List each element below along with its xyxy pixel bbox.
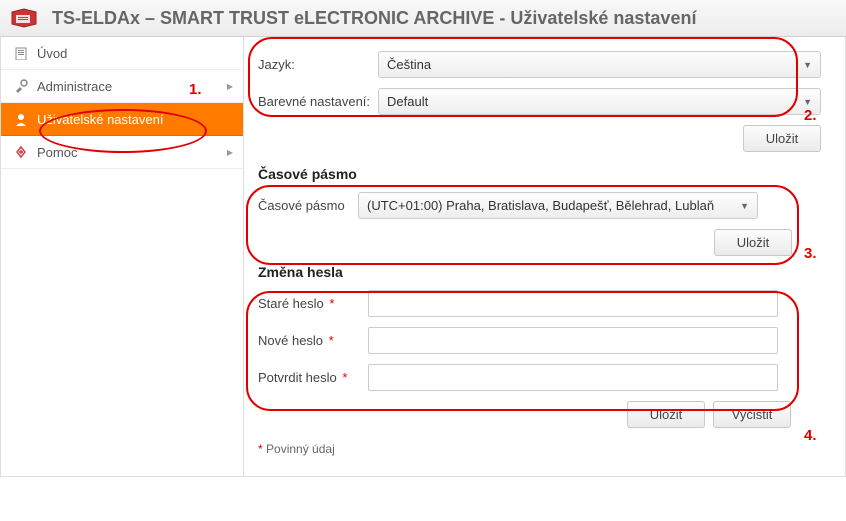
timezone-label: Časové pásmo: [258, 198, 358, 213]
sidebar-item-intro[interactable]: Úvod: [1, 37, 243, 70]
confirm-password-input[interactable]: [368, 364, 778, 391]
language-select[interactable]: Čeština ▼: [378, 51, 821, 78]
timezone-select[interactable]: (UTC+01:00) Praha, Bratislava, Budapešť,…: [358, 192, 758, 219]
chevron-right-icon: ▶: [227, 82, 233, 91]
color-theme-label: Barevné nastavení:: [258, 94, 378, 109]
sidebar-item-label: Úvod: [37, 46, 67, 61]
save-button-2[interactable]: Uložit: [714, 229, 792, 256]
row-language: Jazyk: Čeština ▼: [258, 51, 821, 78]
chevron-right-icon: ▶: [227, 148, 233, 157]
row-old-password: Staré heslo *: [258, 290, 821, 317]
user-icon: [13, 111, 29, 127]
app-logo-icon: [10, 6, 42, 30]
old-password-input[interactable]: [368, 290, 778, 317]
row-new-password: Nové heslo *: [258, 327, 821, 354]
clear-button[interactable]: Vyčistit: [713, 401, 791, 428]
chevron-down-icon: ▼: [803, 60, 812, 70]
save-button-3[interactable]: Uložit: [627, 401, 705, 428]
chevron-down-icon: ▼: [740, 201, 749, 211]
timezone-heading: Časové pásmo: [258, 166, 821, 182]
password-heading: Změna hesla: [258, 264, 821, 280]
sidebar-item-administration[interactable]: Administrace ▶: [1, 70, 243, 103]
color-theme-select[interactable]: Default ▼: [378, 88, 821, 115]
row-confirm-password: Potvrdit heslo *: [258, 364, 821, 391]
sidebar-item-label: Administrace: [37, 79, 112, 94]
help-icon: [13, 144, 29, 160]
language-value: Čeština: [387, 57, 431, 72]
button-row-1: Uložit: [258, 125, 821, 152]
sidebar-item-help[interactable]: Pomoc ▶: [1, 136, 243, 169]
old-password-label: Staré heslo *: [258, 296, 368, 311]
app-header: TS-ELDAx – SMART TRUST eLECTRONIC ARCHIV…: [0, 0, 846, 37]
sidebar-item-user-settings[interactable]: Uživatelské nastavení: [1, 103, 243, 136]
home-icon: [13, 45, 29, 61]
new-password-input[interactable]: [368, 327, 778, 354]
body-wrap: Úvod Administrace ▶ Uživatelské nastaven…: [0, 37, 846, 477]
required-footnote: * Povinný údaj: [258, 442, 821, 456]
new-password-label: Nové heslo *: [258, 333, 368, 348]
language-label: Jazyk:: [258, 57, 378, 72]
button-row-2: Uložit: [706, 229, 821, 256]
save-button-1[interactable]: Uložit: [743, 125, 821, 152]
confirm-password-label: Potvrdit heslo *: [258, 370, 368, 385]
row-color-theme: Barevné nastavení: Default ▼: [258, 88, 821, 115]
chevron-down-icon: ▼: [803, 97, 812, 107]
page-title: TS-ELDAx – SMART TRUST eLECTRONIC ARCHIV…: [52, 8, 696, 29]
button-row-3: Uložit Vyčistit: [258, 401, 791, 428]
row-timezone: Časové pásmo (UTC+01:00) Praha, Bratisla…: [258, 192, 821, 219]
timezone-value: (UTC+01:00) Praha, Bratislava, Budapešť,…: [367, 198, 714, 213]
tools-icon: [13, 78, 29, 94]
color-theme-value: Default: [387, 94, 428, 109]
sidebar: Úvod Administrace ▶ Uživatelské nastaven…: [1, 37, 244, 476]
sidebar-item-label: Uživatelské nastavení: [37, 112, 163, 127]
content-area: Jazyk: Čeština ▼ Barevné nastavení: Defa…: [244, 37, 845, 476]
sidebar-item-label: Pomoc: [37, 145, 77, 160]
